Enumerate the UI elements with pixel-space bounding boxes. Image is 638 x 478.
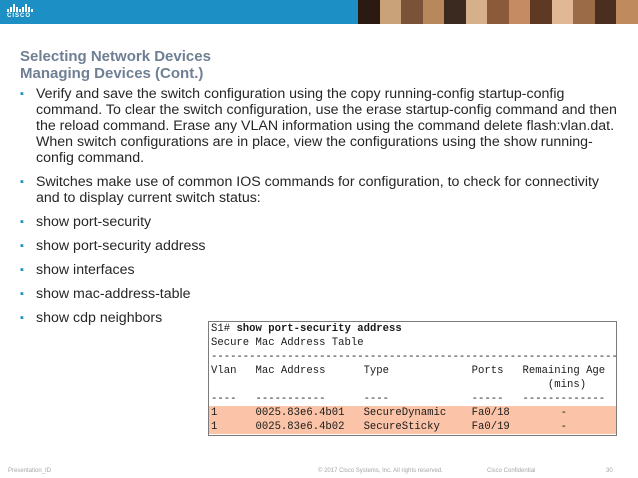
header-photo	[551, 0, 574, 24]
footer-confidential: Cisco Confidential	[487, 468, 536, 474]
cli-line: Vlan Mac Address Type Ports Remaining Ag…	[211, 365, 606, 377]
title-line-2: Managing Devices (Cont.)	[20, 65, 204, 82]
cli-highlight-row: 1 0025.83e6.4b01 SecureDynamic Fa0/18 -	[209, 406, 616, 420]
bullet-text: Verify and save the switch configuration…	[36, 86, 617, 166]
header-photo	[379, 0, 402, 24]
header-bar: CISCO	[0, 0, 638, 24]
cli-line: Secure Mac Address Table	[211, 337, 364, 349]
bullet-item: ▪ show port-security	[20, 214, 620, 230]
header-photo	[465, 0, 488, 24]
cli-line: ---- ----------- ---- ----- ------------…	[211, 393, 606, 405]
bullet-text: show interfaces	[36, 262, 135, 278]
bullet-item: ▪ show mac-address-table	[20, 286, 620, 302]
cli-command-line: S1# show port-security address	[209, 322, 616, 336]
cli-line: ----------------------------------------…	[211, 351, 617, 363]
page-number: 30	[606, 468, 613, 474]
bullet-text: show cdp neighbors	[36, 310, 163, 326]
page-title: Selecting Network Devices Managing Devic…	[20, 48, 211, 82]
bullet-icon: ▪	[20, 264, 24, 276]
bullet-text: show port-security	[36, 214, 152, 230]
header-photo	[616, 0, 638, 24]
bullet-icon: ▪	[20, 240, 24, 252]
footer-copyright: © 2017 Cisco Systems, Inc. All rights re…	[318, 468, 443, 474]
cli-highlight-row: 1 0025.83e6.4b02 SecureSticky Fa0/19 -	[209, 420, 616, 434]
bullet-icon: ▪	[20, 288, 24, 300]
header-photo	[422, 0, 445, 24]
bullet-item: ▪ Switches make use of common IOS command…	[20, 174, 620, 206]
title-line-1: Selecting Network Devices	[20, 48, 211, 65]
cli-command: show port-security address	[236, 323, 402, 335]
bullet-text: show port-security address	[36, 238, 206, 254]
header-photo	[573, 0, 595, 24]
cisco-bars-icon	[7, 4, 41, 12]
header-photo	[594, 0, 617, 24]
header-photo	[401, 0, 423, 24]
cli-output-box: S1# show port-security address Secure Ma…	[208, 321, 617, 436]
bullet-item: ▪ show port-security address	[20, 238, 620, 254]
header-photo	[508, 0, 531, 24]
bullet-list: ▪ Verify and save the switch configuratio…	[20, 86, 620, 334]
cli-prompt: S1#	[211, 323, 237, 335]
header-photo	[444, 0, 466, 24]
header-photo	[530, 0, 552, 24]
bullet-icon: ▪	[20, 312, 24, 324]
header-photo-strip	[358, 0, 638, 24]
bullet-text: show mac-address-table	[36, 286, 191, 302]
bullet-item: ▪ show interfaces	[20, 262, 620, 278]
bullet-icon: ▪	[20, 88, 24, 100]
bullet-icon: ▪	[20, 176, 24, 188]
bullet-item: ▪ Verify and save the switch configuratio…	[20, 86, 620, 166]
footer-presentation-id: Presentation_ID	[8, 468, 52, 474]
header-photo	[358, 0, 380, 24]
bullet-text: Switches make use of common IOS commands…	[36, 174, 600, 206]
cisco-logo: CISCO	[7, 4, 41, 20]
cisco-logo-text: CISCO	[7, 13, 32, 19]
cli-line: (mins)	[211, 379, 587, 391]
bullet-icon: ▪	[20, 216, 24, 228]
header-photo	[487, 0, 509, 24]
